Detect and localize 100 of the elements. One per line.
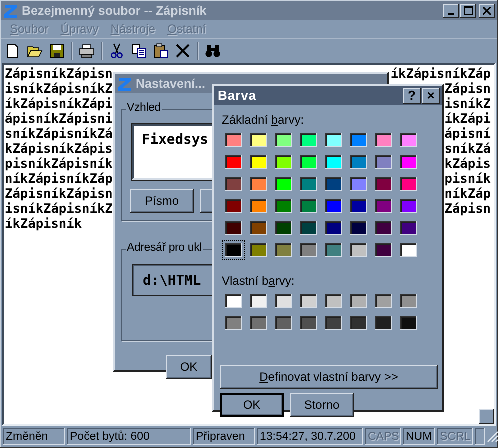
app-logo-icon — [3, 2, 19, 18]
color-swatch[interactable] — [372, 174, 395, 194]
color-swatch[interactable] — [347, 130, 370, 150]
color-swatch[interactable] — [322, 313, 345, 333]
define-colors-button[interactable]: Definovat vlastní barvy >> — [220, 365, 438, 389]
text-line: ápisníkZápisni — [5, 112, 113, 127]
color-swatch[interactable] — [322, 174, 345, 194]
color-swatch[interactable] — [347, 313, 370, 333]
color-swatch[interactable] — [222, 291, 245, 311]
color-swatch[interactable] — [322, 240, 345, 260]
color-swatch[interactable] — [297, 291, 320, 311]
color-swatch[interactable] — [397, 313, 420, 333]
group-label: Vzhled — [126, 102, 162, 114]
color-swatch[interactable] — [397, 130, 420, 150]
text-line: pisníkZápisník — [5, 157, 113, 172]
color-swatch[interactable] — [247, 174, 270, 194]
color-swatch[interactable] — [347, 240, 370, 260]
color-swatch[interactable] — [247, 218, 270, 238]
color-swatch[interactable] — [272, 130, 295, 150]
maximize-icon — [464, 6, 472, 15]
color-swatch[interactable] — [347, 218, 370, 238]
binoculars-icon[interactable] — [205, 43, 221, 59]
dialog-title: Nastavení... — [136, 76, 206, 90]
dialog-title: Barva — [217, 88, 257, 103]
color-swatch[interactable] — [272, 291, 295, 311]
close-button[interactable] — [479, 4, 495, 18]
color-swatch[interactable] — [247, 313, 270, 333]
close-button[interactable]: × — [422, 88, 440, 104]
color-swatch[interactable] — [222, 218, 245, 238]
color-swatch[interactable] — [272, 218, 295, 238]
color-swatch[interactable] — [272, 313, 295, 333]
color-swatch[interactable] — [297, 218, 320, 238]
color-swatch[interactable] — [297, 313, 320, 333]
color-swatch[interactable] — [247, 291, 270, 311]
color-swatch[interactable] — [297, 152, 320, 172]
scissors-icon[interactable] — [109, 43, 125, 59]
color-swatch[interactable] — [397, 196, 420, 216]
color-swatch[interactable] — [372, 218, 395, 238]
status-panel: 13:54:27, 30.7.200 — [257, 428, 363, 445]
text-line: isníkZápisníkZ — [5, 82, 113, 97]
color-swatch[interactable] — [222, 130, 245, 150]
color-swatch[interactable] — [247, 240, 270, 260]
color-swatch[interactable] — [372, 313, 395, 333]
minimize-button[interactable] — [443, 4, 459, 18]
text-line: kZápis — [444, 157, 491, 172]
color-swatch[interactable] — [397, 240, 420, 260]
color-swatch[interactable] — [222, 174, 245, 194]
color-swatch[interactable] — [222, 313, 245, 333]
resize-grip-icon[interactable] — [487, 430, 498, 442]
color-swatch[interactable] — [297, 196, 320, 216]
color-swatch[interactable] — [397, 174, 420, 194]
color-swatch[interactable] — [322, 152, 345, 172]
color-swatch[interactable] — [272, 152, 295, 172]
printer-icon[interactable] — [79, 43, 95, 59]
color-swatch[interactable] — [322, 196, 345, 216]
color-swatch[interactable] — [247, 196, 270, 216]
color-swatch[interactable] — [397, 152, 420, 172]
text-line: íkZápisník — [5, 217, 84, 232]
status-panel — [475, 428, 485, 445]
maximize-button[interactable] — [460, 4, 476, 18]
color-swatch[interactable] — [247, 130, 270, 150]
text-line: íkZápi — [444, 112, 491, 127]
color-swatch[interactable] — [297, 174, 320, 194]
color-swatch[interactable] — [222, 240, 245, 260]
ok-button[interactable]: OK — [166, 355, 212, 379]
text-line: níkZápisníkZáp — [5, 172, 113, 187]
color-swatch[interactable] — [322, 130, 345, 150]
color-swatch[interactable] — [322, 291, 345, 311]
color-swatch[interactable] — [372, 130, 395, 150]
color-swatch[interactable] — [297, 240, 320, 260]
copy-icon[interactable] — [131, 43, 147, 59]
color-swatch[interactable] — [347, 196, 370, 216]
color-swatch[interactable] — [372, 152, 395, 172]
color-swatch[interactable] — [297, 130, 320, 150]
color-swatch[interactable] — [397, 218, 420, 238]
color-swatch[interactable] — [322, 218, 345, 238]
color-swatch[interactable] — [347, 291, 370, 311]
delete-icon[interactable] — [175, 43, 191, 59]
scrollbar[interactable] — [479, 409, 494, 424]
help-button[interactable]: ? — [403, 88, 421, 104]
color-swatch[interactable] — [347, 174, 370, 194]
new-document-icon[interactable] — [5, 43, 21, 59]
color-swatch[interactable] — [372, 291, 395, 311]
text-line: isníkZápisníkZ — [5, 202, 113, 217]
color-swatch[interactable] — [247, 152, 270, 172]
color-swatch[interactable] — [222, 196, 245, 216]
color-swatch[interactable] — [272, 240, 295, 260]
clipboard-icon[interactable] — [153, 43, 169, 59]
color-swatch[interactable] — [397, 291, 420, 311]
cancel-button[interactable]: Storno — [290, 393, 354, 417]
color-swatch[interactable] — [222, 152, 245, 172]
text-line: íkZápisníkZápi — [5, 97, 113, 112]
ok-button[interactable]: OK — [220, 393, 284, 417]
font-button[interactable]: Písmo — [130, 189, 194, 213]
color-swatch[interactable] — [347, 152, 370, 172]
window-title: Bezejmenný soubor -- Zápisník — [22, 4, 207, 18]
color-swatch[interactable] — [272, 174, 295, 194]
color-swatch[interactable] — [372, 240, 395, 260]
color-swatch[interactable] — [272, 196, 295, 216]
color-swatch[interactable] — [372, 196, 395, 216]
